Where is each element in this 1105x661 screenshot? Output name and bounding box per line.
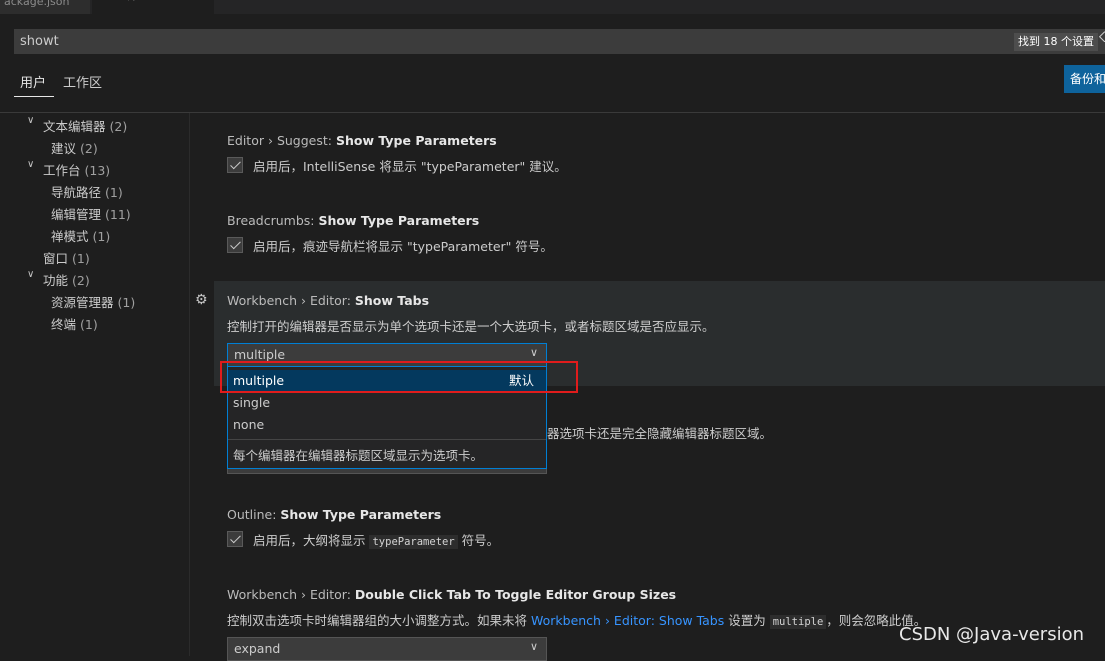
tab-label: ackage.json [4, 0, 70, 8]
search-result-count: 找到 18 个设置 [1014, 33, 1098, 51]
dropdown-option-single[interactable]: single [228, 392, 546, 414]
dropdown-divider [228, 439, 546, 440]
inline-code: typeParameter [369, 535, 458, 549]
toc-item-breadcrumbs[interactable]: 导航路径 (1) [51, 182, 123, 201]
toc-item-features[interactable]: ∨ 功能 (2) [27, 269, 90, 289]
select-value: multiple [234, 347, 286, 362]
chevron-down-icon: ∨ [27, 269, 35, 280]
tab-settings[interactable]: ≡ 设置 × [92, 0, 214, 14]
toc-item-zen-mode[interactable]: 禅模式 (1) [51, 226, 110, 245]
setting-description: 启用后，大纲将显示 typeParameter 符号。 [253, 533, 500, 549]
setting-title: Workbench › Editor: Show Tabs [227, 293, 430, 308]
setting-title: Outline: Show Type Parameters [227, 507, 442, 522]
search-input[interactable] [20, 29, 920, 54]
toc-item-window[interactable]: 窗口 (1) [43, 248, 90, 267]
setting-description: 启用后，痕迹导航栏将显示 "typeParameter" 符号。 [253, 239, 553, 254]
clear-filter-icon[interactable]: ⌫ [1099, 30, 1105, 46]
setting-description: 器选项卡还是完全隐藏编辑器标题区域。 [547, 426, 773, 441]
setting-title: Editor › Suggest: Show Type Parameters [227, 133, 497, 148]
toc-item-terminal[interactable]: 终端 (1) [51, 314, 98, 333]
setting-checkbox[interactable] [227, 237, 243, 253]
setting-description: 启用后，IntelliSense 将显示 "typeParameter" 建议。 [253, 159, 567, 174]
settings-search-box[interactable] [14, 29, 1105, 54]
toc-divider [189, 113, 190, 656]
backup-sync-button[interactable]: 备份和 [1064, 65, 1105, 93]
double-click-tab-select[interactable]: expand ∨ [227, 637, 547, 661]
active-tab-underline [14, 96, 54, 97]
setting-link[interactable]: Workbench › Editor: Show Tabs [531, 613, 724, 628]
chevron-down-icon: ∨ [529, 640, 538, 653]
toc-item-editor-management[interactable]: 编辑管理 (11) [51, 204, 131, 223]
setting-description: 控制打开的编辑器是否显示为单个选项卡还是一个大选项卡，或者标题区域是否应显示。 [227, 319, 715, 334]
setting-description: 控制双击选项卡时编辑器组的大小调整方式。如果未将 Workbench › Edi… [227, 613, 927, 629]
tab-user-settings[interactable]: 用户 [20, 72, 46, 91]
setting-title: Workbench › Editor: Double Click Tab To … [227, 587, 677, 602]
toc-item-text-editor[interactable]: ∨ 文本编辑器 (2) [27, 115, 127, 135]
setting-checkbox[interactable] [227, 157, 243, 173]
select-value: expand [234, 641, 281, 656]
chevron-down-icon: ∨ [529, 346, 538, 359]
chevron-down-icon: ∨ [27, 159, 35, 170]
tab-workspace-settings[interactable]: 工作区 [63, 72, 102, 91]
inline-code: multiple [769, 615, 827, 629]
option-description: 每个编辑器在编辑器标题区域显示为选项卡。 [233, 448, 484, 463]
gear-icon[interactable]: ⚙ [195, 292, 208, 308]
setting-checkbox[interactable] [227, 531, 243, 547]
dropdown-option-none[interactable]: none [228, 414, 546, 436]
watermark: CSDN @Java-version [899, 624, 1085, 645]
toc-item-workbench[interactable]: ∨ 工作台 (13) [27, 159, 110, 179]
tab-package-json[interactable]: ackage.json [0, 0, 90, 14]
toc-item-suggest[interactable]: 建议 (2) [51, 138, 98, 157]
highlight-annotation [220, 361, 578, 393]
header-divider [0, 112, 1105, 113]
chevron-down-icon: ∨ [27, 115, 35, 126]
setting-title: Breadcrumbs: Show Type Parameters [227, 213, 480, 228]
toc-item-explorer[interactable]: 资源管理器 (1) [51, 292, 135, 311]
